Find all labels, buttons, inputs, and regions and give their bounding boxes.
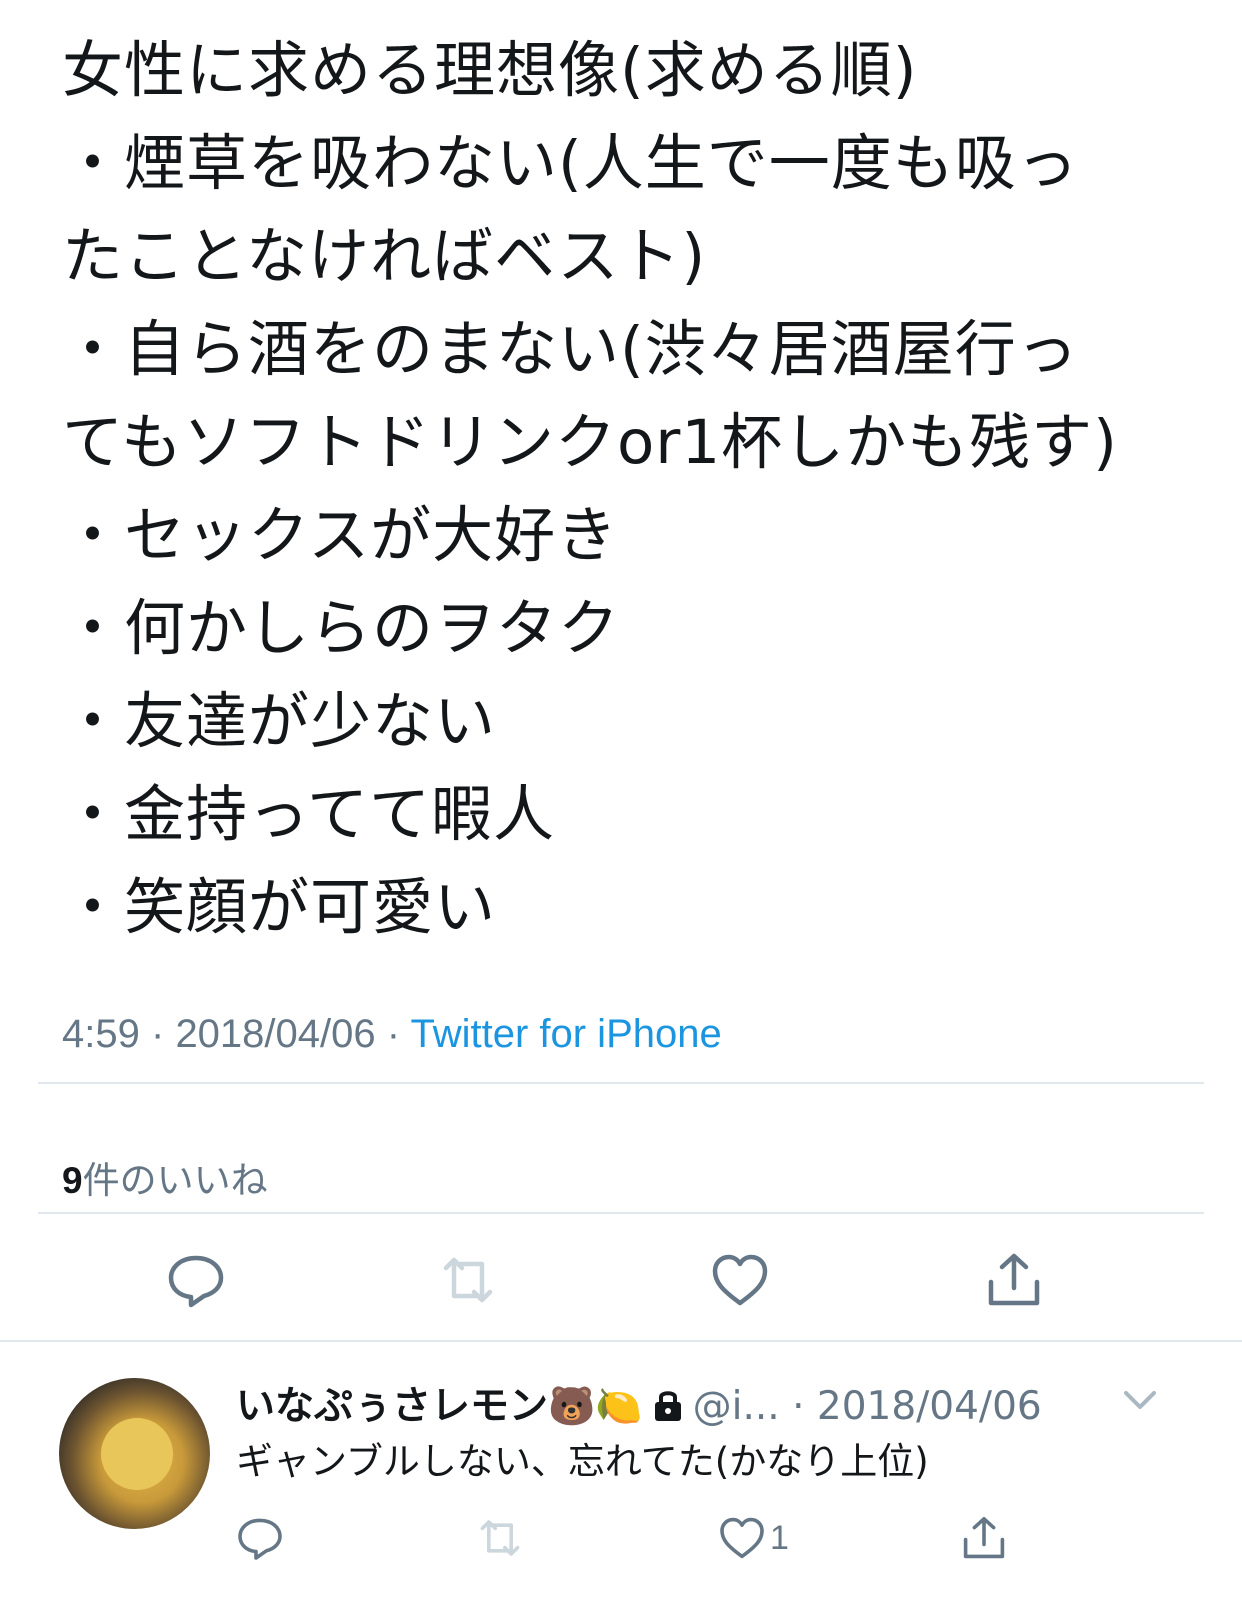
like-button[interactable] [707, 1250, 773, 1310]
reply-share-button[interactable] [960, 1515, 1008, 1561]
tweet-line: ・金持ってて暇人 [62, 779, 555, 850]
tweet-source-link[interactable]: Twitter for iPhone [410, 1012, 721, 1056]
reply-tweet[interactable]: いなぷぅさレモン🐻🍋 @i... · 2018/04/06 ギャンブルしない、忘れ… [0, 1345, 1242, 1606]
tweet-line: ・笑顔が可愛い [62, 872, 497, 943]
reply-header: いなぷぅさレモン🐻🍋 @i... · 2018/04/06 [236, 1375, 1216, 1433]
reply-author-handle[interactable]: @i... [693, 1384, 780, 1429]
lock-icon [651, 1387, 685, 1433]
heart-icon [712, 1254, 768, 1306]
tweet-line: ・何かしらのヲタク [62, 593, 621, 664]
reply-retweet-button[interactable] [476, 1515, 524, 1561]
reply-icon [168, 1255, 224, 1308]
tweet-time: 4:59 [62, 1012, 140, 1056]
reply-action-bar: 1 [0, 1515, 1242, 1565]
tweet-line: ・友達が少ない [62, 686, 497, 757]
meta-separator: · [386, 1012, 401, 1056]
tweet-line: 女性に求める理想像(求める順) [62, 35, 918, 106]
tweet-text: 女性に求める理想像(求める順) ・煙草を吸わない(人生で一度も吸っ たことなけれ… [62, 24, 1212, 954]
reply-like-count: 1 [770, 1518, 789, 1557]
retweet-button[interactable] [435, 1250, 501, 1310]
tweet-line: ・セックスが大好き [62, 500, 619, 571]
tweet-timestamp: 4:59 · 2018/04/06 · Twitter for iPhone [62, 1012, 722, 1057]
heart-icon [720, 1517, 764, 1559]
reply-like-button[interactable]: 1 [718, 1515, 789, 1561]
share-button[interactable] [981, 1250, 1047, 1310]
divider [0, 1340, 1242, 1342]
divider [38, 1212, 1204, 1214]
reply-date: 2018/04/06 [816, 1384, 1042, 1429]
meta-separator: · [150, 1012, 165, 1056]
share-icon [988, 1253, 1040, 1306]
retweet-icon [443, 1257, 493, 1303]
divider [38, 1082, 1204, 1084]
tweet-line: ・自ら酒をのまない(渋々居酒屋行っ [62, 314, 1079, 385]
reply-author-name[interactable]: いなぷぅさレモン [236, 1384, 548, 1429]
tweet-line: ・煙草を吸わない(人生で一度も吸っ [62, 128, 1079, 199]
tweet-line: てもソフトドリンクor1杯しかも残す) [62, 407, 1118, 478]
avatar-image [101, 1418, 173, 1490]
likes-count: 9 [62, 1160, 83, 1201]
tweet-date: 2018/04/06 [175, 1012, 376, 1056]
reply-icon [238, 1518, 282, 1560]
reply-button[interactable] [163, 1250, 229, 1310]
reply-text: ギャンブルしない、忘れてた(かなり上位) [236, 1440, 929, 1483]
share-icon [963, 1517, 1005, 1559]
tweet-line: たことなければベスト) [62, 221, 707, 292]
chevron-down-icon[interactable] [1120, 1385, 1160, 1419]
likes-count-link[interactable]: 9件のいいね [62, 1150, 268, 1204]
tweet-action-bar [0, 1250, 1242, 1310]
avatar[interactable] [59, 1378, 210, 1529]
retweet-icon [480, 1520, 520, 1556]
reply-author-emoji: 🐻🍋 [548, 1384, 643, 1428]
likes-label: 件のいいね [82, 1159, 268, 1202]
meta-separator: · [792, 1384, 805, 1429]
reply-reply-button[interactable] [236, 1515, 284, 1561]
